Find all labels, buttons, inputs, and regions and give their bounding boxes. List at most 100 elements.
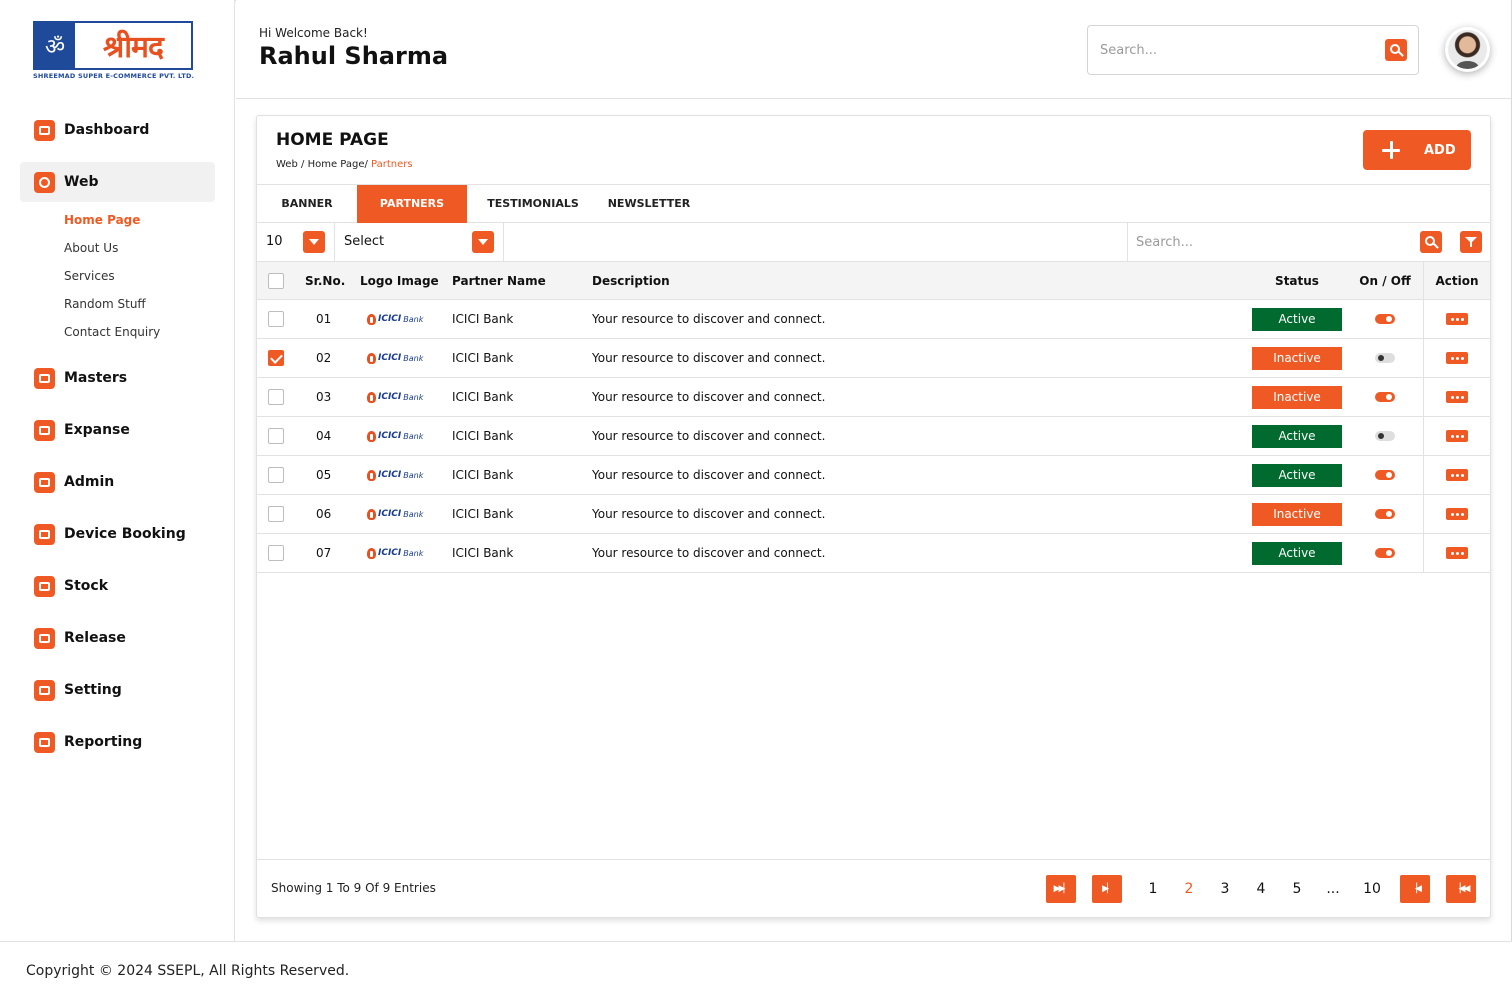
logo-text: ICICI [378,470,402,480]
breadcrumb-web[interactable]: Web [276,159,298,170]
avatar-photo [1448,30,1487,69]
more-options-icon[interactable] [1446,391,1468,403]
first-page-icon[interactable]: ▕◀◀ [1446,875,1476,903]
copyright-text: Copyright © 2024 SSEPL, All Rights Reser… [26,963,350,979]
user-avatar[interactable] [1445,27,1490,72]
status-badge: Inactive [1252,502,1342,526]
row-checkbox[interactable] [268,389,284,405]
add-button[interactable]: ADD [1363,130,1471,170]
page-4[interactable]: 4 [1251,881,1271,897]
header-search-button[interactable] [1385,39,1407,61]
sidebar-subitem-home-page[interactable]: Home Page [64,206,215,234]
description: Your resource to discover and connect. [592,390,826,404]
action-cell [1427,456,1487,494]
tab-partners[interactable]: PARTNERS [357,185,467,223]
more-options-icon[interactable] [1446,313,1468,325]
sidebar-subitem-contact-enquiry[interactable]: Contact Enquiry [64,318,215,346]
sidebar-item-release[interactable]: Release [20,618,215,658]
toggle-cell [1352,378,1418,416]
logo-bank-text: Bank [403,392,424,402]
logo-box: ॐ श्रीमद [33,21,193,70]
status-cell: Active [1252,534,1342,572]
logo-image-cell: ICICI Bank [367,417,423,455]
page-1[interactable]: 1 [1143,881,1163,897]
sidebar-subitem-services[interactable]: Services [64,262,215,290]
logo-text: ICICI [378,314,402,324]
sidebar-item-expanse[interactable]: Expanse [20,410,215,450]
status-cell: Active [1252,456,1342,494]
sidebar-subitem-random-stuff[interactable]: Random Stuff [64,290,215,318]
release-icon [34,627,55,649]
table-search-input[interactable] [1136,232,1406,252]
tab-newsletter[interactable]: NEWSLETTER [599,185,699,223]
page-2[interactable]: 2 [1179,881,1199,897]
more-options-icon[interactable] [1446,508,1468,520]
more-options-icon[interactable] [1446,430,1468,442]
sidebar-item-reporting[interactable]: Reporting [20,722,215,762]
action-cell [1427,378,1487,416]
action-cell [1427,534,1487,572]
last-page-icon[interactable]: ▶▶▏ [1046,875,1076,903]
setting-icon-shape [39,685,50,695]
logo-subtitle: SHREEMAD SUPER E-COMMERCE PVT. LTD. [33,72,195,80]
filter-funnel-icon[interactable] [1460,231,1482,253]
header-search-input[interactable] [1100,38,1370,62]
dot [1455,512,1459,516]
on-off-toggle[interactable] [1375,509,1395,519]
row-checkbox[interactable] [268,350,284,366]
next-page-icon[interactable]: ▶▏ [1092,875,1122,903]
row-checkbox[interactable] [268,428,284,444]
sidebar-item-label: Stock [64,578,109,594]
row-checkbox[interactable] [268,311,284,327]
on-off-toggle[interactable] [1375,314,1395,324]
row-checkbox[interactable] [268,545,284,561]
chevron-down-icon[interactable] [472,231,494,253]
toggle-cell [1352,495,1418,533]
on-off-toggle[interactable] [1375,548,1395,558]
chevron-down-icon[interactable] [303,231,325,253]
page-10[interactable]: 10 [1359,881,1385,897]
partner-logo: ICICI Bank [367,313,423,325]
sidebar-item-stock[interactable]: Stock [20,566,215,606]
previous-page-icon[interactable]: ▕◀ [1400,875,1430,903]
sidebar-item-admin[interactable]: Admin [20,462,215,502]
on-off-toggle[interactable] [1375,392,1395,402]
sidebar-item-web[interactable]: Web [20,162,215,202]
on-off-toggle[interactable] [1375,431,1395,441]
table-search-button[interactable] [1420,231,1442,253]
action-column-divider [1423,262,1424,572]
row-checkbox[interactable] [268,467,284,483]
tab-banner[interactable]: BANNER [257,185,357,223]
row-select-cell [268,417,284,455]
more-options-icon[interactable] [1446,547,1468,559]
page-5[interactable]: 5 [1287,881,1307,897]
sidebar-subitem-about-us[interactable]: About Us [64,234,215,262]
select-all-checkbox[interactable] [268,272,284,289]
on-off-toggle[interactable] [1375,353,1395,363]
sidebar-item-masters[interactable]: Masters [20,358,215,398]
page-size-value: 10 [266,234,283,249]
tab-testimonials[interactable]: TESTIMONIALS [467,185,599,223]
breadcrumb-home-page[interactable]: Home Page/ [308,159,368,170]
col-header-action: Action [1435,273,1479,288]
sidebar-item-setting[interactable]: Setting [20,670,215,710]
sidebar: ॐ श्रीमद SHREEMAD SUPER E-COMMERCE PVT. … [0,0,235,941]
partner-logo: ICICI Bank [367,469,423,481]
on-off-toggle[interactable] [1375,470,1395,480]
sidebar-item-dashboard[interactable]: Dashboard [20,110,215,150]
company-logo[interactable]: ॐ श्रीमद SHREEMAD SUPER E-COMMERCE PVT. … [33,21,195,80]
category-select[interactable]: Select [335,223,504,261]
row-checkbox[interactable] [268,506,284,522]
logo-text: ICICI [378,431,402,441]
more-options-icon[interactable] [1446,469,1468,481]
status-cell: Active [1252,417,1342,455]
status-cell: Inactive [1252,495,1342,533]
page-3[interactable]: 3 [1215,881,1235,897]
toggle-cell [1352,534,1418,572]
more-options-icon[interactable] [1446,352,1468,364]
status-badge: Active [1252,463,1342,487]
search-icon [1390,44,1400,54]
page-size-select[interactable]: 10 [257,223,335,261]
sidebar-item-label: Dashboard [64,122,150,138]
sidebar-item-device-booking[interactable]: Device Booking [20,514,215,554]
